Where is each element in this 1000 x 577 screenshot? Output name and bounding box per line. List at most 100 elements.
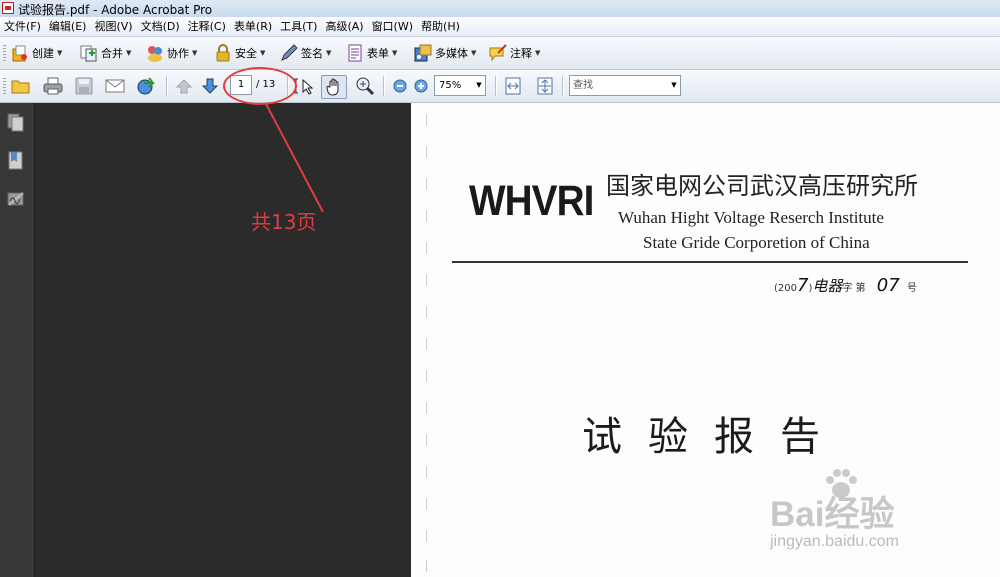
create-icon [11,44,29,62]
menu-comments[interactable]: 注释(C) [184,17,230,36]
share-button[interactable] [135,76,157,96]
find-input[interactable]: 查找 ▼ [569,75,681,96]
save-button[interactable] [73,76,95,96]
zoom-level-value: 75% [439,80,462,91]
comment-icon [489,44,507,62]
institute-name-en: Wuhan Hight Voltage Reserch Institute [618,208,884,227]
page-count-annotation: 共13页 [251,210,317,234]
doc-number-category: 电器 [812,277,843,295]
menu-file[interactable]: 文件(F) [0,17,45,36]
zoom-out-button[interactable] [389,76,411,96]
binding-mark [426,402,431,414]
fit-page-button[interactable] [534,76,556,96]
institute-name-cn: 国家电网公司武汉高压研究所 [606,172,918,200]
bookmarks-panel-button[interactable] [7,151,25,171]
page-count-highlight-ellipse [223,67,297,105]
chevron-down-icon: ▼ [326,49,332,57]
secure-button[interactable]: 安全 ▼ [214,41,265,65]
baidu-jingyan-watermark: Bai经验 [770,495,895,534]
signatures-panel-button[interactable] [7,191,25,211]
multimedia-icon [414,44,432,62]
scrolling-mode-button[interactable] [502,76,524,96]
zoom-tool-button[interactable] [354,76,376,96]
hand-tool-button[interactable] [321,75,347,99]
chevron-down-icon: ▼ [126,49,132,57]
binding-mark [426,114,431,126]
toolbar-grip[interactable] [3,78,6,96]
binding-mark [426,146,431,158]
collaborate-icon [146,44,164,62]
signature-icon [7,192,24,206]
header-rule [452,261,968,263]
pages-panel-button[interactable] [7,113,25,133]
doc-number-char: 字 第 [842,283,866,294]
doc-number-prefix: (200 [774,283,797,294]
menu-help[interactable]: 帮助(H) [417,17,464,36]
zoom-out-icon [393,79,407,93]
previous-page-button[interactable] [173,76,195,96]
toolbar-separator [383,76,384,96]
binding-mark [426,434,431,446]
print-button[interactable] [42,76,64,96]
menu-advanced[interactable]: 高级(A) [321,17,367,36]
toolbar-grip[interactable] [3,45,6,63]
toolbar-separator [166,76,167,96]
task-toolbar: 创建 ▼ 合并 ▼ 协作 ▼ 安全 ▼ 签名 ▼ 表单 ▼ 多媒体 ▼ 注释 ▼ [0,37,1000,70]
sign-label: 签名 [301,47,323,60]
navigation-pane [0,103,35,577]
binding-mark [426,560,431,572]
comment-label: 注释 [510,47,532,60]
pages-icon [7,113,24,132]
zoom-in-icon [414,79,428,93]
binding-mark [426,530,431,542]
fit-page-icon [537,77,553,95]
doc-number-value: 07 [876,275,900,296]
menu-window[interactable]: 窗口(W) [368,17,417,36]
hand-icon [326,78,339,96]
arrow-up-icon [176,79,192,94]
secure-label: 安全 [235,47,257,60]
chevron-down-icon: ▼ [260,49,266,57]
combine-label: 合并 [101,47,123,60]
pdf-file-icon [2,2,14,14]
comment-button[interactable]: 注释 ▼ [489,41,540,65]
menu-tools[interactable]: 工具(T) [276,17,321,36]
form-icon [346,44,364,62]
combine-button[interactable]: 合并 ▼ [80,41,131,65]
email-button[interactable] [104,76,126,96]
lock-icon [214,44,232,62]
next-page-button[interactable] [199,76,221,96]
binding-mark [426,274,431,286]
combine-icon [80,44,98,62]
menu-document[interactable]: 文档(D) [137,17,184,36]
multimedia-button[interactable]: 多媒体 ▼ [414,41,476,65]
toolbar-separator [495,76,496,96]
sign-button[interactable]: 签名 ▼ [280,41,331,65]
collaborate-label: 协作 [167,47,189,60]
menu-forms[interactable]: 表单(R) [230,17,276,36]
find-placeholder: 查找 [573,80,593,91]
arrow-down-icon [202,78,218,94]
chevron-down-icon: ▼ [535,49,541,57]
forms-button[interactable]: 表单 ▼ [346,41,397,65]
open-button[interactable] [10,76,32,96]
chevron-down-icon: ▼ [192,49,198,57]
binding-mark [426,306,431,318]
binding-mark [426,498,431,510]
menu-view[interactable]: 视图(V) [90,17,136,36]
create-button[interactable]: 创建 ▼ [11,41,62,65]
watermark-url: jingyan.baidu.com [770,533,899,550]
chevron-down-icon[interactable]: ▼ [669,77,679,94]
binding-mark [426,338,431,350]
zoom-level-select[interactable]: 75% ▼ [434,75,486,96]
menu-bar: 文件(F) 编辑(E) 视图(V) 文档(D) 注释(C) 表单(R) 工具(T… [0,17,1000,37]
envelope-icon [105,79,125,93]
menu-edit[interactable]: 编辑(E) [45,17,91,36]
document-number: (2007)电器字 第 07 号 [774,275,917,296]
magnifier-icon [356,77,375,96]
zoom-in-button[interactable] [410,76,432,96]
disk-icon [75,77,93,95]
collaborate-button[interactable]: 协作 ▼ [146,41,197,65]
chevron-down-icon[interactable]: ▼ [474,77,484,94]
binding-mark [426,242,431,254]
